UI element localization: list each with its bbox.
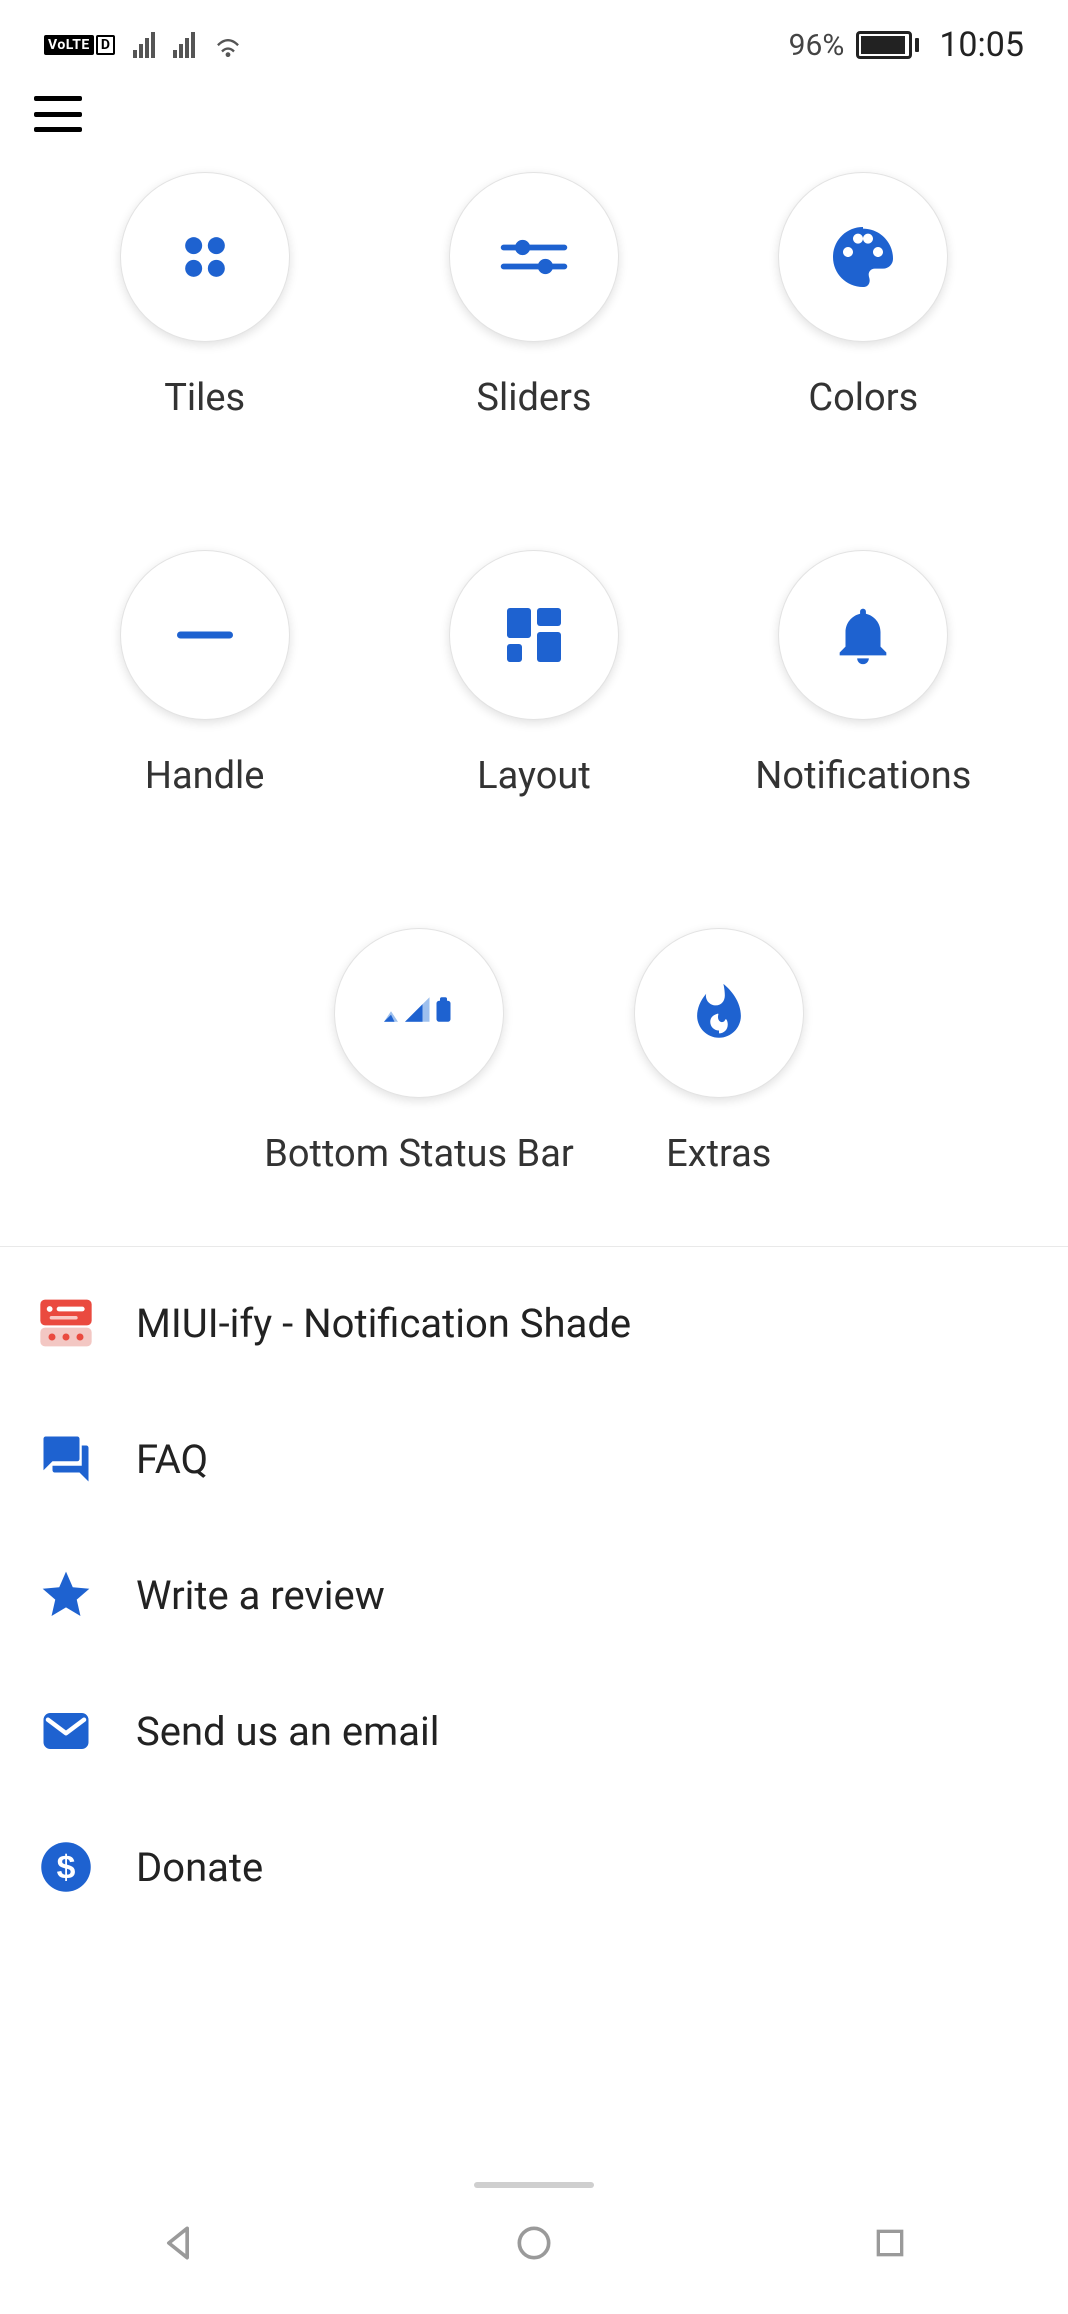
nav-back-button[interactable] (146, 2211, 210, 2275)
grid-item-layout[interactable]: Layout (384, 550, 684, 798)
grid-label: Handle (145, 754, 265, 798)
signal-1-icon (133, 32, 155, 58)
status-bar-icon (334, 928, 504, 1098)
grid-label: Colors (808, 376, 918, 420)
list-label: FAQ (136, 1436, 208, 1483)
status-left: VoLTE D (44, 32, 243, 58)
miui-app-icon (36, 1293, 96, 1353)
grid-item-sliders[interactable]: Sliders (384, 172, 684, 420)
grid-label: Notifications (755, 754, 971, 798)
star-icon (36, 1565, 96, 1625)
action-list: MIUI-ify - Notification Shade FAQ Write … (0, 1247, 1068, 1943)
volte-sub: D (96, 35, 115, 55)
list-item-donate[interactable]: $ Donate (0, 1799, 1068, 1935)
clock: 10:05 (939, 25, 1024, 65)
signal-2-icon (173, 32, 195, 58)
grid-item-handle[interactable]: Handle (55, 550, 355, 798)
list-label: Write a review (136, 1572, 385, 1619)
list-label: Send us an email (136, 1708, 439, 1755)
grid-label: Bottom Status Bar (264, 1132, 574, 1176)
grid-item-notifications[interactable]: Notifications (713, 550, 1013, 798)
list-item-miui[interactable]: MIUI-ify - Notification Shade (0, 1255, 1068, 1391)
battery-percent: 96% (789, 28, 845, 63)
wifi-icon (213, 33, 243, 57)
tiles-icon (120, 172, 290, 342)
grid-item-colors[interactable]: Colors (713, 172, 1013, 420)
grid-item-extras[interactable]: Extras (634, 928, 804, 1176)
android-navbar (0, 2174, 1068, 2314)
list-item-faq[interactable]: FAQ (0, 1391, 1068, 1527)
layout-icon (449, 550, 619, 720)
grid-label: Layout (477, 754, 591, 798)
palette-icon (778, 172, 948, 342)
grid-item-bottom-status-bar[interactable]: Bottom Status Bar (264, 928, 574, 1176)
grid-label: Extras (666, 1132, 771, 1176)
menu-button[interactable] (34, 96, 82, 132)
handle-icon (120, 550, 290, 720)
chat-icon (36, 1429, 96, 1489)
bell-icon (778, 550, 948, 720)
list-item-review[interactable]: Write a review (0, 1527, 1068, 1663)
battery-icon (856, 31, 919, 59)
grid-label: Sliders (476, 376, 591, 420)
grid-item-tiles[interactable]: Tiles (55, 172, 355, 420)
status-bar: VoLTE D 96% 10:05 (0, 0, 1068, 70)
sliders-icon (449, 172, 619, 342)
nav-home-button[interactable] (502, 2211, 566, 2275)
nav-recents-button[interactable] (858, 2211, 922, 2275)
list-label: Donate (136, 1844, 263, 1891)
volte-label: VoLTE (44, 35, 94, 55)
dollar-icon: $ (36, 1837, 96, 1897)
settings-grid: Tiles Sliders Colors Handle Layou (0, 132, 1068, 1246)
volte-icon: VoLTE D (44, 35, 115, 55)
svg-text:$: $ (57, 1848, 76, 1886)
list-label: MIUI-ify - Notification Shade (136, 1300, 631, 1347)
grid-label: Tiles (164, 376, 245, 420)
list-item-email[interactable]: Send us an email (0, 1663, 1068, 1799)
fire-icon (634, 928, 804, 1098)
mail-icon (36, 1701, 96, 1761)
status-right: 96% 10:05 (789, 25, 1024, 65)
topbar (0, 70, 1068, 132)
